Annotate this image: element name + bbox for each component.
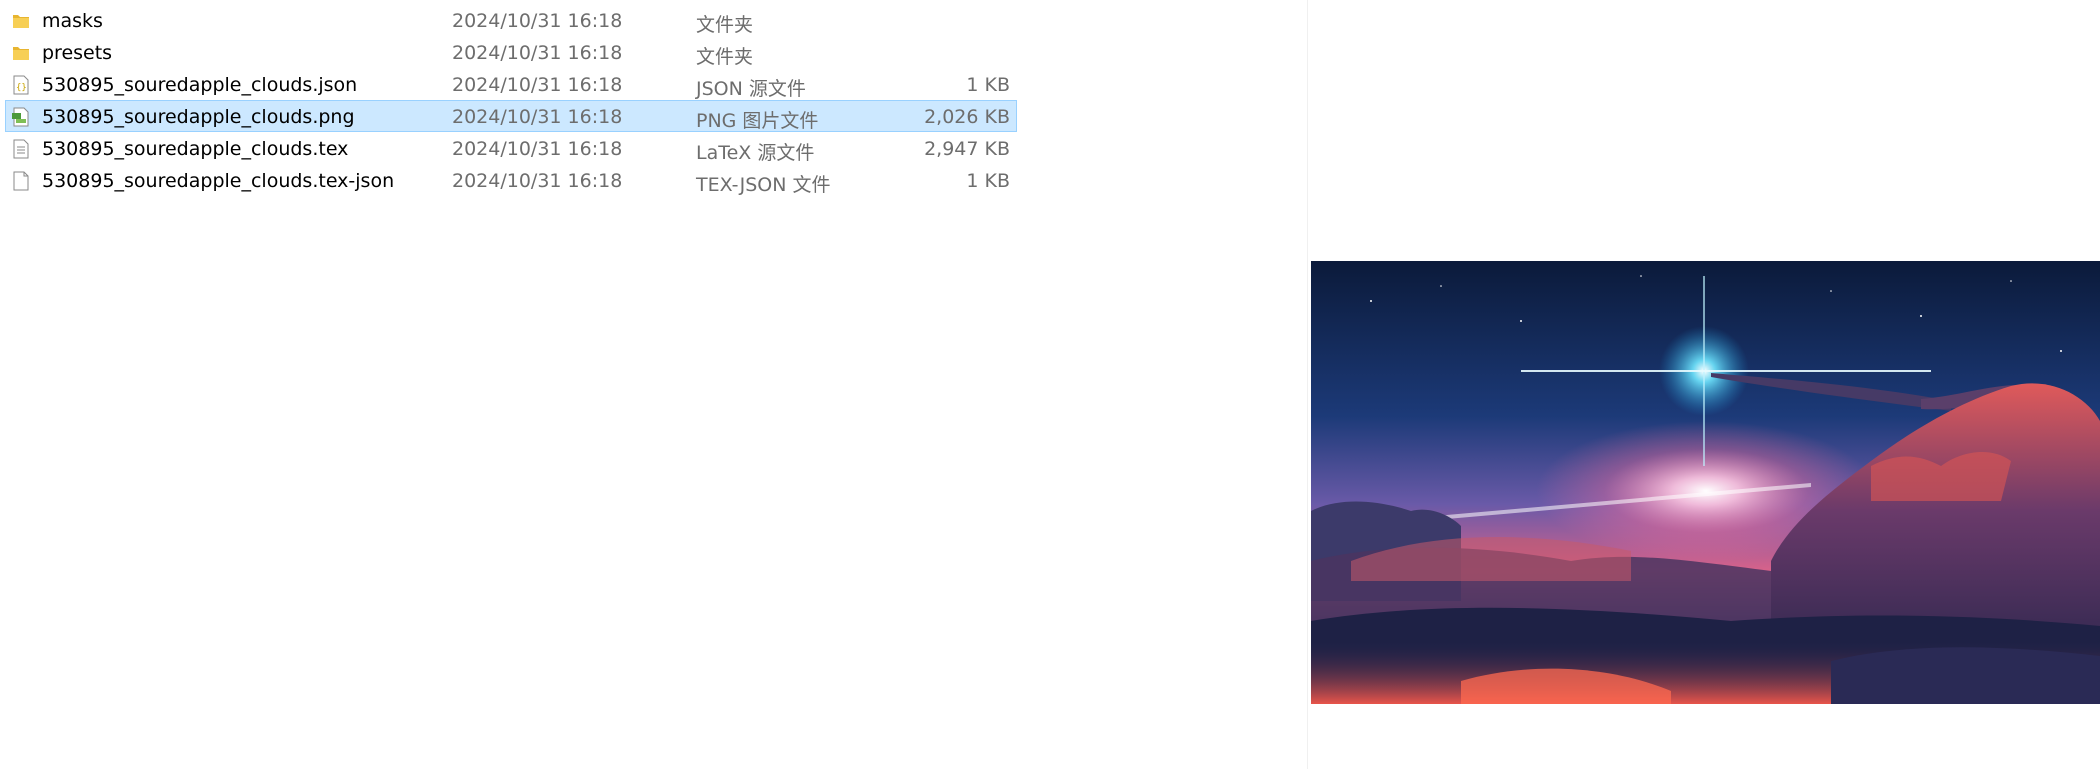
- file-type: TEX-JSON 文件: [696, 174, 831, 196]
- file-name: 530895_souredapple_clouds.json: [42, 74, 358, 96]
- blank-file-icon: [12, 171, 30, 191]
- file-type: 文件夹: [696, 46, 754, 68]
- json-file-icon: {}: [12, 75, 30, 95]
- file-date: 2024/10/31 16:18: [452, 42, 623, 64]
- image-file-icon: [12, 107, 30, 127]
- file-name: masks: [42, 10, 103, 32]
- file-list: masks 2024/10/31 16:18 文件夹 presets 2024/…: [0, 0, 1307, 769]
- file-type: LaTeX 源文件: [696, 142, 815, 164]
- file-name: 530895_souredapple_clouds.tex-json: [42, 170, 395, 192]
- preview-pane: [1308, 0, 2100, 769]
- file-type: JSON 源文件: [696, 78, 806, 100]
- file-name: 530895_souredapple_clouds.png: [42, 106, 355, 128]
- file-date: 2024/10/31 16:18: [452, 138, 623, 160]
- text-file-icon: [12, 139, 30, 159]
- file-date: 2024/10/31 16:18: [452, 170, 623, 192]
- file-name: presets: [42, 42, 113, 64]
- file-row-tex[interactable]: 530895_souredapple_clouds.tex 2024/10/31…: [5, 132, 1017, 164]
- file-size: 1 KB: [966, 170, 1010, 192]
- file-size: 2,026 KB: [924, 106, 1010, 128]
- preview-image: [1311, 261, 2100, 704]
- file-row-json[interactable]: {} 530895_souredapple_clouds.json 2024/1…: [5, 68, 1017, 100]
- file-row-tex-json[interactable]: 530895_souredapple_clouds.tex-json 2024/…: [5, 164, 1017, 196]
- svg-text:{}: {}: [16, 83, 27, 93]
- file-name: 530895_souredapple_clouds.tex: [42, 138, 349, 160]
- file-type: PNG 图片文件: [696, 110, 819, 132]
- file-explorer: masks 2024/10/31 16:18 文件夹 presets 2024/…: [0, 0, 2100, 769]
- file-size: 1 KB: [966, 74, 1010, 96]
- file-type: 文件夹: [696, 14, 754, 36]
- file-row-masks[interactable]: masks 2024/10/31 16:18 文件夹: [5, 4, 1017, 36]
- file-size: 2,947 KB: [924, 138, 1010, 160]
- file-date: 2024/10/31 16:18: [452, 74, 623, 96]
- folder-icon: [12, 43, 30, 63]
- file-date: 2024/10/31 16:18: [452, 10, 623, 32]
- file-row-presets[interactable]: presets 2024/10/31 16:18 文件夹: [5, 36, 1017, 68]
- folder-icon: [12, 11, 30, 31]
- file-row-png[interactable]: 530895_souredapple_clouds.png 2024/10/31…: [5, 100, 1017, 132]
- file-date: 2024/10/31 16:18: [452, 106, 623, 128]
